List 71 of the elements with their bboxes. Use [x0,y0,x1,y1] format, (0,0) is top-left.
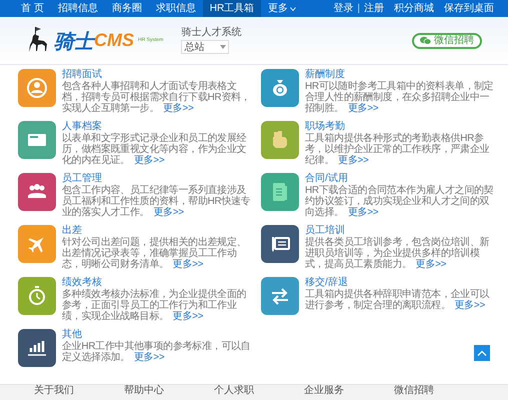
nav-tab[interactable]: 求职信息 [148,0,203,17]
tool-description: 多种绩效考核办法标准，为企业提供全面的参考，正面引导员工的工作行为和工作业绩，实现企业战略目标。 更多>> [62,289,248,322]
tool-description: HR可以随时参考工具箱中的资料表单，制定合理人性的薪酬制度，在众多招聘企业中一招制胜。 更多>> [305,81,494,114]
more-link[interactable]: 更多>> [454,300,485,311]
site-name: 骑士人才系统 [181,27,242,39]
points-mall-link[interactable]: 积分商城 [394,1,434,16]
tool-description: 提供各类员工培训参考，包含岗位培训、新进职员培训等，为企业提供多样的培训模式，提高员工素质能力。 更多>> [305,237,490,270]
footer-heading: 企业服务 [304,385,344,397]
tool-tile[interactable] [261,173,299,211]
tool-title[interactable]: 合同/试用 [305,173,498,185]
tool-description: 工具箱内提供各种辞职申请范本，企业可以进行参考，制定合理的离职流程。 更多>> [305,289,490,311]
person-icon [25,76,49,100]
more-link[interactable]: 更多>> [348,103,378,114]
register-link[interactable]: 注册 [364,1,384,16]
more-link[interactable]: 更多>> [348,207,378,218]
tool-title[interactable]: 薪酬制度 [305,69,498,81]
tool-tile[interactable] [18,69,56,107]
back-to-top-button[interactable] [474,345,490,361]
tool-title[interactable]: 出差 [62,225,255,237]
tool-tile[interactable] [261,69,299,107]
nav-tab[interactable]: HR工具箱 [202,0,262,17]
footer-heading: 微信招聘 [394,385,434,397]
tool-tile[interactable] [261,277,299,315]
more-link[interactable]: 更多>> [134,352,164,363]
login-link[interactable]: 登录 [333,1,354,16]
logo-text: 骑士 [54,28,94,54]
tool-description: 包含工作内容、员工纪律等一系列直接涉及员工福利和工作性质的资料，帮助HR快速专业的落实人才工作。 更多>> [62,185,252,218]
tool-tile[interactable] [18,173,56,211]
more-link[interactable]: 更多>> [153,207,184,218]
tool-title[interactable]: 移交/辞退 [305,277,498,289]
more-link[interactable]: 更多>> [163,103,194,114]
separator: | [357,2,360,16]
tool-title[interactable]: 招聘面试 [62,69,255,81]
chat-bubbles-icon [420,36,431,45]
tool-tile[interactable] [261,225,299,263]
tool-description: 针对公司出差问题，提供相关的出差规定、出差情况记录表等，准确掌握员工工作动态，明晰公司财务清单。 更多>> [62,237,248,270]
logo-cms-text: CMS [94,29,134,52]
nav-tab[interactable]: 商务圈 [104,0,149,17]
tool-title[interactable]: 人事档案 [62,121,255,133]
site-select[interactable]: 总站 [181,40,230,54]
footer-heading: 帮助中心 [124,385,164,397]
tool-tile[interactable] [18,277,56,315]
tool-description: 工具箱内提供各种形式的考勤表格供HR参考，以维护企业正常的工作秩序，严肃企业纪律。 更多>> [305,133,490,166]
up-chevron-icon [477,350,487,356]
tool-tile[interactable] [261,121,299,159]
caret-icon [290,6,296,10]
tool-description: 以表单和文字形式记录企业和员工的发展经历，做档案既重视文化等内容，作为企业文化的内在见证。 更多>> [62,133,248,166]
tool-title[interactable]: 其他 [62,329,255,341]
tool-title[interactable]: 员工培训 [305,225,498,237]
caret-icon [220,45,226,49]
nav-tab[interactable]: 首 页 [14,0,51,17]
tool-title[interactable]: 职场考勤 [305,121,498,133]
more-link[interactable]: 更多>> [134,155,164,166]
tool-description: HR下载合适的合同范本作为雇人才之间的契约协议签订，成功实现企业和人才之间的双向选择。 更多>> [305,185,494,218]
tool-description: 企业HR工作中其他事项的参考标准，可以自定义选择添加。 更多>> [62,341,252,363]
tool-tile[interactable] [18,121,56,159]
footer-heading: 个人求职 [214,385,254,397]
more-link[interactable]: 更多>> [172,259,204,270]
tool-tile[interactable] [18,329,56,367]
footer-heading: 关于我们 [34,385,74,397]
tool-description: 包含各种人事招聘和人才面试专用表格文档，招聘专员可根据需求自行下载HR资料，实现人企互聘第一步。 更多>> [62,81,252,114]
tool-title[interactable]: 员工管理 [62,173,255,185]
more-link[interactable]: 更多>> [172,311,204,322]
more-link[interactable]: 更多>> [338,155,369,166]
save-to-desktop-link[interactable]: 保存到桌面 [444,1,494,16]
nav-tab[interactable]: 更多 [261,0,304,17]
tool-title[interactable]: 绩效考核 [62,277,255,289]
wechat-button[interactable]: 微信招聘 [412,32,482,48]
nav-tab[interactable]: 招聘信息 [50,0,105,17]
more-link[interactable]: 更多>> [416,259,446,270]
tool-tile[interactable] [18,225,56,263]
